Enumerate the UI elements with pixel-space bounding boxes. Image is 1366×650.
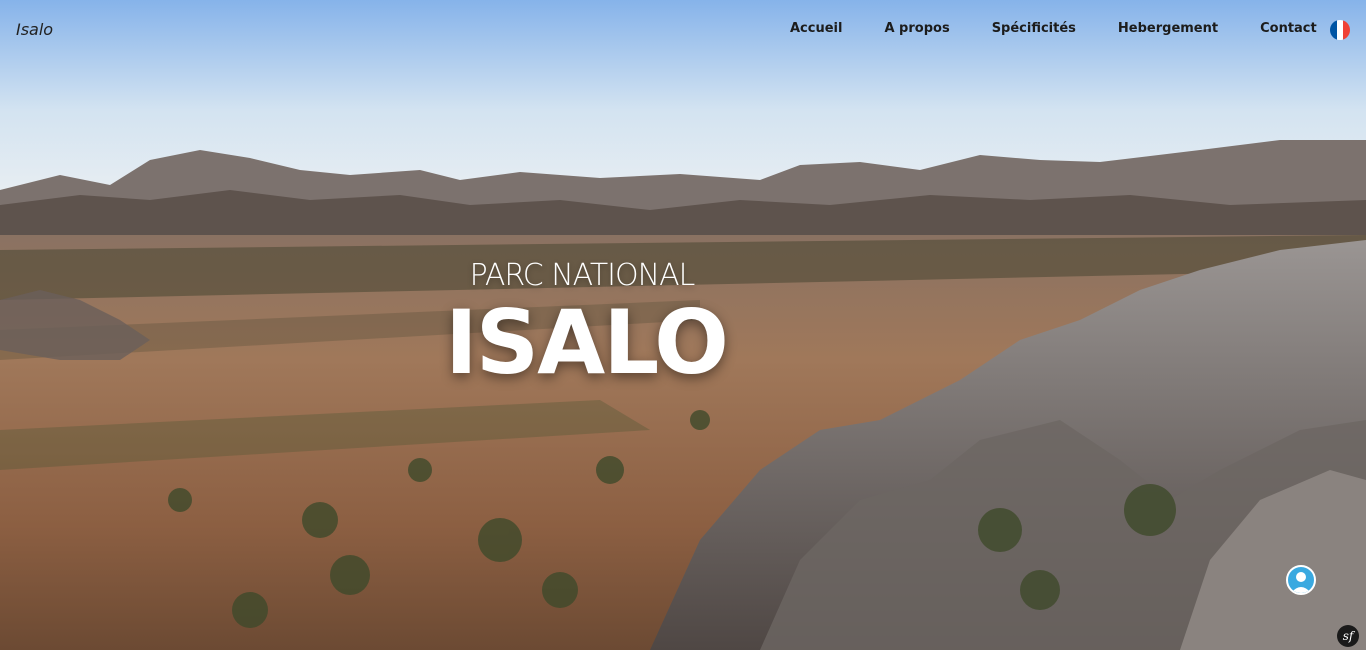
nav-link-a-propos[interactable]: A propos xyxy=(884,21,949,36)
hero-subtitle: PARC NATIONAL xyxy=(469,258,696,293)
hero-title-block: PARC NATIONAL ISALO xyxy=(445,258,729,394)
nav-link-accueil[interactable]: Accueil xyxy=(790,21,842,36)
nav-link-contact[interactable]: Contact xyxy=(1260,21,1317,36)
nav-link-hebergement[interactable]: Hebergement xyxy=(1118,21,1218,36)
user-silhouette-icon xyxy=(1291,572,1311,593)
hero-section: Isalo Accueil A propos Spécificités Hebe… xyxy=(0,0,1366,650)
nav-link-specificites[interactable]: Spécificités xyxy=(992,21,1076,36)
nav-links: Accueil A propos Spécificités Hebergemen… xyxy=(790,21,1359,36)
user-avatar-chat-icon[interactable] xyxy=(1286,565,1316,595)
navbar: Isalo Accueil A propos Spécificités Hebe… xyxy=(0,0,1366,60)
brand-logo[interactable]: Isalo xyxy=(16,20,53,39)
hero-title: ISALO xyxy=(445,291,729,394)
symfony-toolbar-icon[interactable]: sf xyxy=(1337,625,1359,647)
france-flag-icon[interactable] xyxy=(1330,20,1350,40)
